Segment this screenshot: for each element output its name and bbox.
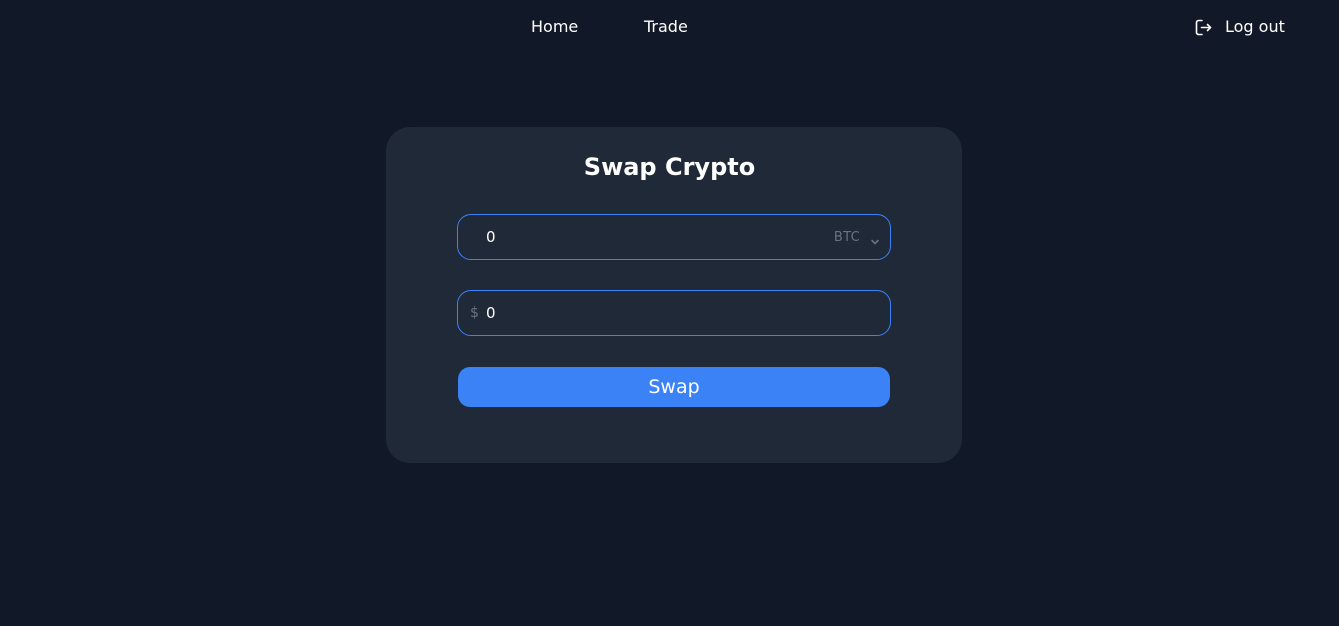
top-navigation: Home Trade Log out [0, 0, 1339, 56]
card-title: Swap Crypto [583, 153, 756, 181]
usd-amount-input[interactable] [486, 291, 786, 335]
logout-icon [1194, 18, 1213, 37]
logout-label: Log out [1225, 17, 1285, 36]
chevron-down-icon [870, 232, 880, 245]
nav-trade-link[interactable]: Trade [644, 16, 688, 38]
nav-home-link[interactable]: Home [531, 16, 578, 38]
dollar-sign: $ [470, 305, 479, 321]
currency-select[interactable]: BTC [834, 215, 880, 259]
currency-selected-value: BTC [833, 229, 860, 245]
usd-amount-field: $ [457, 290, 891, 336]
crypto-amount-input[interactable] [486, 215, 786, 259]
swap-button[interactable]: Swap [458, 367, 890, 407]
logout-button[interactable]: Log out [1194, 16, 1285, 38]
crypto-amount-field: BTC [457, 214, 891, 260]
